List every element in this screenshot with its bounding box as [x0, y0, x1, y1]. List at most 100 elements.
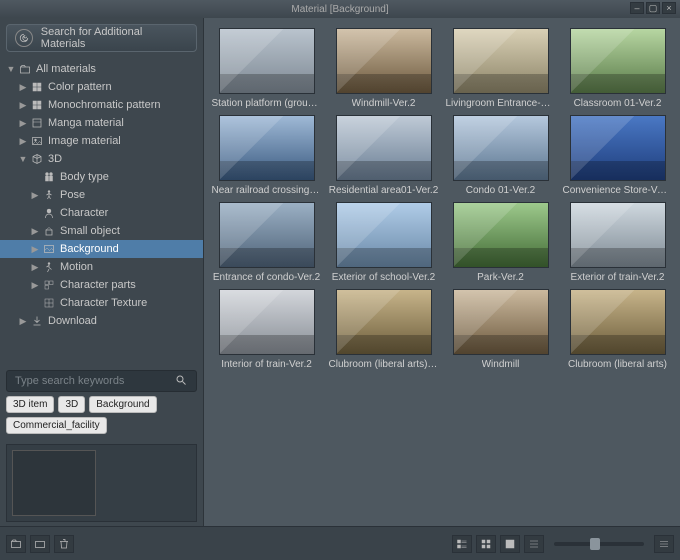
- expand-arrow-icon: ▶: [18, 136, 28, 147]
- manga-icon: [30, 117, 44, 129]
- pose-icon: [42, 189, 56, 201]
- tag-list: 3D item3DBackground Commercial_facility: [0, 396, 203, 440]
- expand-arrow-icon: ▼: [18, 154, 28, 164]
- expand-arrow-icon: ▶: [18, 82, 28, 93]
- folder-button[interactable]: [30, 535, 50, 553]
- expand-arrow-icon: ▶: [30, 244, 40, 255]
- search-additional-button[interactable]: Search for Additional Materials: [6, 24, 197, 52]
- material-thumbnail: [219, 28, 315, 94]
- tag-background[interactable]: Background: [89, 396, 156, 413]
- preview-pane: [6, 444, 197, 522]
- material-item[interactable]: Clubroom (liberal arts)-Ver.2: [327, 289, 440, 370]
- material-item[interactable]: Park-Ver.2: [444, 202, 557, 283]
- material-thumbnail: [219, 115, 315, 181]
- material-item[interactable]: Condo 01-Ver.2: [444, 115, 557, 196]
- view-large-button[interactable]: [500, 535, 520, 553]
- expand-arrow-icon: ▶: [30, 190, 40, 201]
- material-item[interactable]: Exterior of school-Ver.2: [327, 202, 440, 283]
- tree-node-label: Background: [60, 243, 119, 255]
- view-detail-button[interactable]: [452, 535, 472, 553]
- menu-button[interactable]: [654, 535, 674, 553]
- view-list-button[interactable]: [524, 535, 544, 553]
- window-title: Material [Background]: [291, 4, 388, 15]
- body-icon: [42, 171, 56, 183]
- expand-arrow-icon: ▶: [30, 262, 40, 273]
- material-label: Clubroom (liberal arts): [568, 359, 667, 370]
- tag-commercial_facility[interactable]: Commercial_facility: [6, 417, 107, 434]
- pattern-icon: [30, 81, 44, 93]
- folder-icon: [18, 63, 32, 75]
- material-item[interactable]: Interior of train-Ver.2: [210, 289, 323, 370]
- tree-node-background[interactable]: ▶ Background: [0, 240, 203, 258]
- tree-node-character-parts[interactable]: ▶Character parts: [0, 276, 203, 294]
- material-label: Residential area01-Ver.2: [329, 185, 439, 196]
- material-thumbnail: [219, 289, 315, 355]
- tree-node-pose[interactable]: ▶Pose: [0, 186, 203, 204]
- tree-node-all-materials[interactable]: ▼All materials: [0, 60, 203, 78]
- close-button[interactable]: ×: [662, 2, 676, 14]
- tree-node-label: 3D: [48, 153, 62, 165]
- material-label: Park-Ver.2: [477, 272, 524, 283]
- preview-thumbnail: [12, 450, 96, 516]
- material-item[interactable]: Near railroad crossing-Ver.2: [210, 115, 323, 196]
- material-item[interactable]: Clubroom (liberal arts): [561, 289, 674, 370]
- search-input[interactable]: [6, 370, 197, 392]
- minimize-button[interactable]: –: [630, 2, 644, 14]
- download-icon: [30, 315, 44, 327]
- material-thumbnail: [336, 115, 432, 181]
- tree-node-monochromatic-pattern[interactable]: ▶Monochromatic pattern: [0, 96, 203, 114]
- tree-node-label: Color pattern: [48, 81, 112, 93]
- tag-3d[interactable]: 3D: [58, 396, 85, 413]
- tree-node-label: Character parts: [60, 279, 136, 291]
- material-item[interactable]: Livingroom Entrance-Ver.2: [444, 28, 557, 109]
- material-item[interactable]: Convenience Store-Ver.2: [561, 115, 674, 196]
- tree-node-label: Character Texture: [60, 297, 147, 309]
- view-small-button[interactable]: [476, 535, 496, 553]
- material-label: Windmill: [482, 359, 520, 370]
- material-label: Windmill-Ver.2: [352, 98, 416, 109]
- material-label: Clubroom (liberal arts)-Ver.2: [329, 359, 439, 370]
- tree-node-small-object[interactable]: ▶Small object: [0, 222, 203, 240]
- expand-arrow-icon: ▶: [18, 316, 28, 327]
- tree-node-motion[interactable]: ▶Motion: [0, 258, 203, 276]
- maximize-button[interactable]: ▢: [646, 2, 660, 14]
- tag-3d-item[interactable]: 3D item: [6, 396, 54, 413]
- material-label: Interior of train-Ver.2: [221, 359, 312, 370]
- material-label: Entrance of condo-Ver.2: [213, 272, 320, 283]
- tree-node-download[interactable]: ▶Download: [0, 312, 203, 330]
- material-item[interactable]: Exterior of train-Ver.2: [561, 202, 674, 283]
- material-thumbnail: [453, 28, 549, 94]
- material-item[interactable]: Entrance of condo-Ver.2: [210, 202, 323, 283]
- material-label: Station platform (ground level)…: [212, 98, 322, 109]
- tree-node-label: Body type: [60, 171, 109, 183]
- cube-icon: [30, 153, 44, 165]
- pattern-icon: [30, 99, 44, 111]
- tree-node-color-pattern[interactable]: ▶ Color pattern: [0, 78, 203, 96]
- tree-node-image-material[interactable]: ▶Image material: [0, 132, 203, 150]
- tree-node-character-texture[interactable]: Character Texture: [0, 294, 203, 312]
- material-item[interactable]: Windmill: [444, 289, 557, 370]
- tree-node-label: All materials: [36, 63, 96, 75]
- parts-icon: [42, 279, 56, 291]
- tree-node-body-type[interactable]: Body type: [0, 168, 203, 186]
- material-thumbnail: [453, 115, 549, 181]
- material-label: Convenience Store-Ver.2: [563, 185, 673, 196]
- material-label: Exterior of school-Ver.2: [332, 272, 435, 283]
- tree-node-3d[interactable]: ▼ 3D: [0, 150, 203, 168]
- material-thumbnail: [570, 115, 666, 181]
- material-item[interactable]: Residential area01-Ver.2: [327, 115, 440, 196]
- material-item[interactable]: Station platform (ground level)…: [210, 28, 323, 109]
- tree-node-character[interactable]: Character: [0, 204, 203, 222]
- delete-button[interactable]: [54, 535, 74, 553]
- thumbnail-size-slider[interactable]: [554, 542, 644, 546]
- material-thumbnail: [219, 202, 315, 268]
- new-folder-button[interactable]: [6, 535, 26, 553]
- material-item[interactable]: Classroom 01-Ver.2: [561, 28, 674, 109]
- material-label: Classroom 01-Ver.2: [574, 98, 662, 109]
- obj-icon: [42, 225, 56, 237]
- material-thumbnail: [570, 289, 666, 355]
- material-thumbnail: [453, 202, 549, 268]
- material-thumbnail: [453, 289, 549, 355]
- material-item[interactable]: Windmill-Ver.2: [327, 28, 440, 109]
- tree-node-manga-material[interactable]: ▶Manga material: [0, 114, 203, 132]
